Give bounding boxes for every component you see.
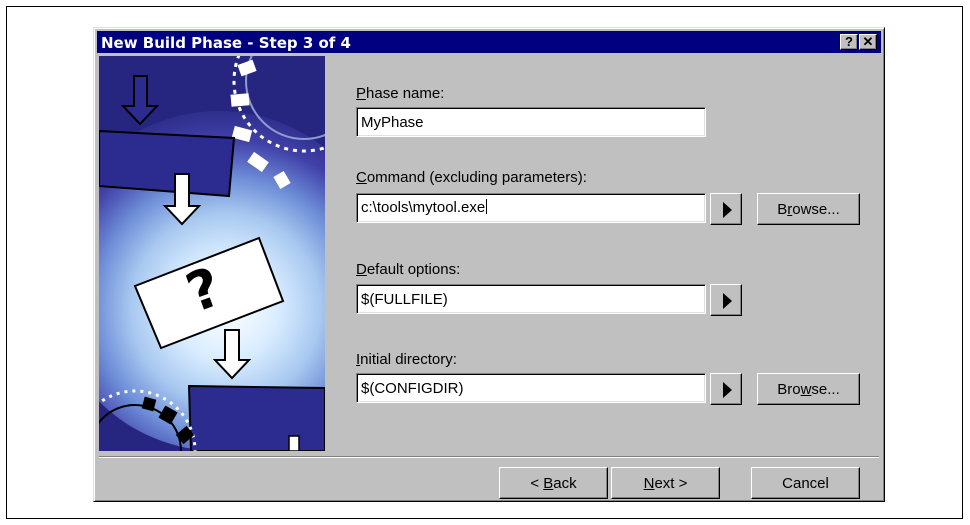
- initial-directory-browse-button[interactable]: Bro w se...: [757, 373, 860, 405]
- question-mark-icon: ?: [845, 34, 853, 49]
- wizard-illustration: ?: [99, 56, 325, 451]
- dialog-title: New Build Phase - Step 3 of 4: [101, 34, 351, 52]
- initial-directory-input[interactable]: [356, 373, 706, 403]
- text-caret: [486, 199, 488, 214]
- right-triangle-icon: [723, 382, 732, 398]
- close-button[interactable]: ✕: [859, 34, 877, 50]
- right-triangle-icon: [723, 202, 732, 218]
- default-options-insert-arrow-button[interactable]: [710, 284, 742, 316]
- phase-name-label: Phase name:: [356, 85, 445, 102]
- new-build-phase-dialog: New Build Phase - Step 3 of 4 ? ✕ ? Phas…: [93, 27, 885, 502]
- command-value: c:\tools\mytool.exe: [361, 199, 486, 216]
- command-insert-arrow-button[interactable]: [710, 193, 742, 225]
- initial-directory-insert-arrow-button[interactable]: [710, 373, 742, 405]
- footer-separator: [99, 456, 879, 458]
- next-button[interactable]: Next >: [611, 467, 720, 499]
- cancel-button[interactable]: Cancel: [751, 467, 860, 499]
- help-button[interactable]: ?: [840, 34, 858, 50]
- close-icon: ✕: [862, 34, 874, 49]
- phase-name-input[interactable]: [356, 107, 706, 137]
- default-options-label: Default options:: [356, 261, 461, 278]
- initial-directory-label: Initial directory:: [356, 351, 457, 368]
- default-options-input[interactable]: [356, 284, 706, 314]
- command-input[interactable]: c:\tools\mytool.exe: [356, 193, 706, 223]
- right-triangle-icon: [723, 293, 732, 309]
- command-browse-button[interactable]: Br owse...: [757, 193, 860, 225]
- title-bar[interactable]: New Build Phase - Step 3 of 4 ? ✕: [97, 31, 881, 53]
- command-label: Command (excluding parameters):: [356, 169, 587, 186]
- back-button[interactable]: < Back: [499, 467, 608, 499]
